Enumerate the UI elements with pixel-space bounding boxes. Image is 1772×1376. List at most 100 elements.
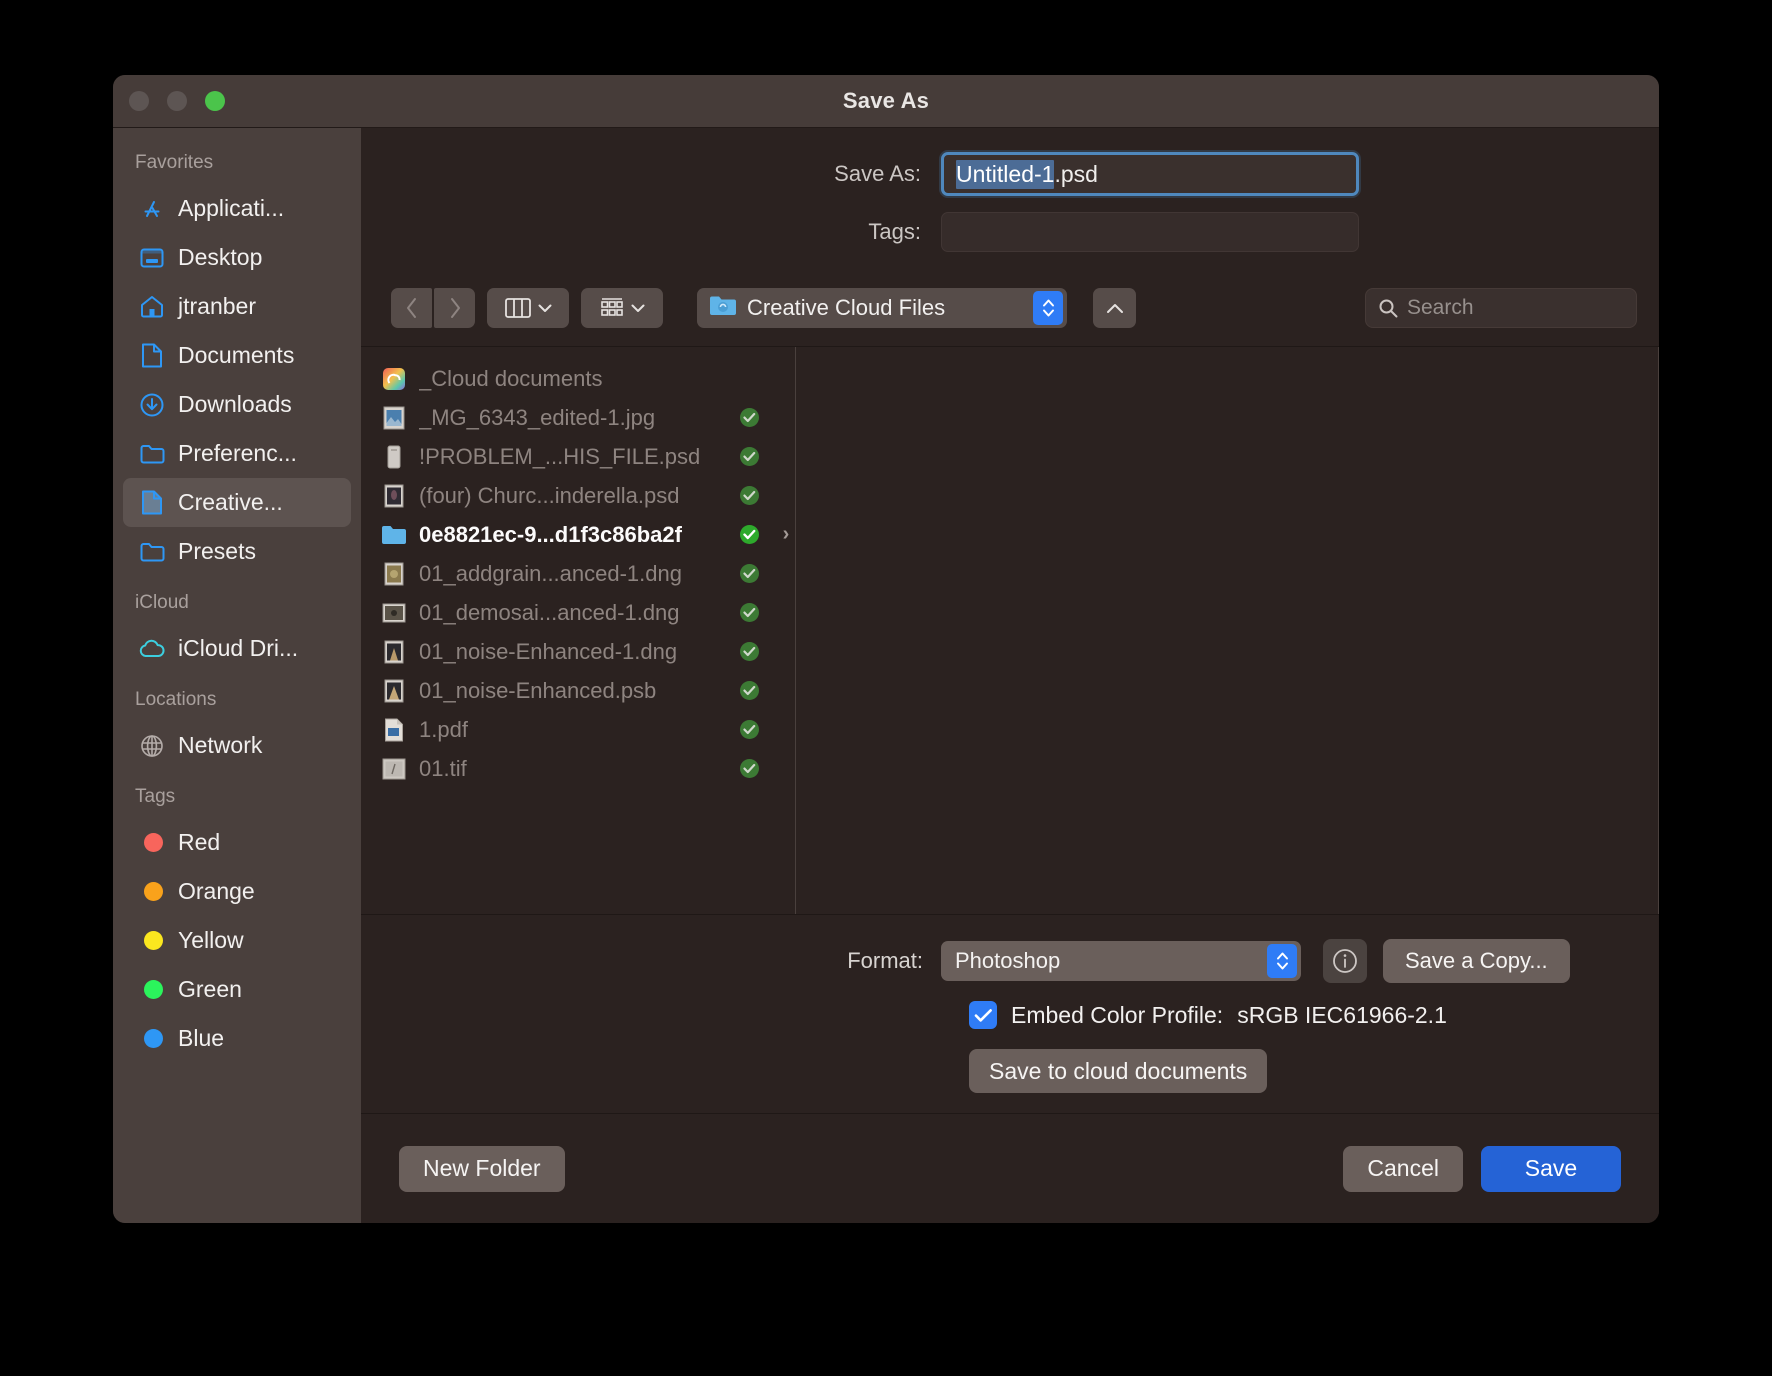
folder-icon <box>139 539 165 565</box>
tags-input[interactable] <box>941 212 1359 252</box>
search-icon <box>1379 299 1398 318</box>
sidebar-item-tag-red[interactable]: Red <box>123 818 351 867</box>
sync-status-icon <box>740 642 759 661</box>
location-popup-button[interactable]: Creative Cloud Files <box>697 288 1067 328</box>
sidebar-item-documents[interactable]: Documents <box>123 331 351 380</box>
save-a-copy-label: Save a Copy... <box>1405 948 1548 973</box>
format-stepper-icon[interactable] <box>1267 944 1297 978</box>
save-to-cloud-documents-label: Save to cloud documents <box>989 1057 1248 1084</box>
list-item[interactable]: 01_noise-Enhanced.psb › <box>361 671 795 710</box>
name-fields: Save As: Untitled-1 .psd Tags: <box>361 128 1659 282</box>
embed-color-profile-row[interactable]: Embed Color Profile: sRGB IEC61966-2.1 <box>361 1001 1659 1029</box>
sidebar-item-tag-blue[interactable]: Blue <box>123 1014 351 1063</box>
info-button[interactable] <box>1323 939 1367 983</box>
save-as-dialog: Save As Favorites Applicati... Desktop j… <box>113 75 1659 1223</box>
sidebar-item-tag-yellow[interactable]: Yellow <box>123 916 351 965</box>
tags-label: Tags: <box>868 219 921 244</box>
sidebar-item-label: Applicati... <box>178 195 285 221</box>
view-mode-button[interactable] <box>487 288 569 328</box>
arrange-button[interactable] <box>581 288 663 328</box>
search-input[interactable]: Search <box>1365 288 1637 328</box>
sidebar-item-label: jtranber <box>178 293 256 319</box>
sidebar-item-label: Green <box>178 976 242 1002</box>
save-to-cloud-documents-button[interactable]: Save to cloud documents <box>969 1049 1268 1093</box>
chevron-down-icon <box>538 304 551 312</box>
sync-status-icon <box>740 681 759 700</box>
photo-icon <box>381 678 407 704</box>
sidebar-item-tag-green[interactable]: Green <box>123 965 351 1014</box>
save-button[interactable]: Save <box>1481 1145 1621 1192</box>
back-button[interactable] <box>391 288 432 328</box>
window-title: Save As <box>842 88 930 113</box>
sidebar-item-label: Documents <box>178 342 295 368</box>
format-select[interactable]: Photoshop <box>941 941 1301 981</box>
new-folder-label: New Folder <box>423 1155 541 1181</box>
list-item[interactable]: (four) Churc...inderella.psd › <box>361 476 795 515</box>
sidebar-item-network[interactable]: Network <box>123 721 351 770</box>
list-item[interactable]: 01.tif › <box>361 749 795 788</box>
sync-status-icon <box>740 525 759 544</box>
new-folder-button[interactable]: New Folder <box>399 1145 565 1192</box>
list-item-label: 01_demosai...anced-1.dng <box>419 599 680 625</box>
list-item-label: 01_addgrain...anced-1.dng <box>419 560 682 586</box>
filename-input[interactable]: Untitled-1 .psd <box>941 152 1359 196</box>
sync-status-icon <box>740 408 759 427</box>
sidebar-item-downloads[interactable]: Downloads <box>123 380 351 429</box>
list-item[interactable]: 01_addgrain...anced-1.dng › <box>361 554 795 593</box>
list-item-label: _MG_6343_edited-1.jpg <box>419 404 656 430</box>
sidebar-item-label: Orange <box>178 878 255 904</box>
list-item[interactable]: _Cloud documents › <box>361 359 795 398</box>
sidebar-item-applications[interactable]: Applicati... <box>123 184 351 233</box>
list-item[interactable]: _MG_6343_edited-1.jpg › <box>361 398 795 437</box>
sidebar-item-label: Blue <box>178 1025 225 1051</box>
sidebar-item-creative-cloud-files[interactable]: Creative... <box>123 478 351 527</box>
list-item[interactable]: !PROBLEM_...HIS_FILE.psd › <box>361 437 795 476</box>
chevron-down-icon <box>631 304 644 312</box>
cloud-icon <box>139 636 165 662</box>
info-icon <box>1333 949 1357 973</box>
list-item-label: 0e8821ec-9...d1f3c86ba2f <box>419 521 682 547</box>
disclosure-chevron-icon[interactable]: › <box>777 523 795 546</box>
creative-cloud-folder-icon <box>709 294 737 322</box>
sidebar-item-icloud-drive[interactable]: iCloud Dri... <box>123 624 351 673</box>
cancel-button[interactable]: Cancel <box>1343 1145 1463 1192</box>
embed-color-profile-checkbox[interactable] <box>969 1001 997 1029</box>
list-item-label: 1.pdf <box>419 716 468 742</box>
filename-extension-text: .psd <box>1054 160 1098 187</box>
window-titlebar: Save As <box>113 75 1659 128</box>
sidebar-item-preferences[interactable]: Preferenc... <box>123 429 351 478</box>
save-as-row: Save As: Untitled-1 .psd <box>361 152 1659 196</box>
list-item[interactable]: 01_demosai...anced-1.dng › <box>361 593 795 632</box>
sidebar-item-tag-orange[interactable]: Orange <box>123 867 351 916</box>
filename-selected-text: Untitled-1 <box>956 159 1055 189</box>
list-item-label: 01.tif <box>419 755 467 781</box>
photo-icon <box>381 561 407 587</box>
sidebar-item-label: Yellow <box>178 927 244 953</box>
desktop-icon <box>139 245 165 271</box>
file-column-2[interactable] <box>796 347 1659 914</box>
sidebar-item-label: Red <box>178 829 221 855</box>
sidebar-item-label: Network <box>178 732 263 758</box>
tag-dot-icon <box>139 1026 165 1052</box>
tag-dot-icon <box>139 830 165 856</box>
forward-button[interactable] <box>434 288 475 328</box>
document-icon <box>139 343 165 369</box>
list-item[interactable]: 01_noise-Enhanced-1.dng › <box>361 632 795 671</box>
sidebar-section-locations-header: Locations <box>135 689 217 710</box>
file-browser: _Cloud documents › _MG_6343_edited-1.jpg… <box>361 346 1659 914</box>
navigation-buttons <box>391 288 475 328</box>
list-item[interactable]: 1.pdf › <box>361 710 795 749</box>
sidebar-section-favorites-header: Favorites <box>135 152 214 173</box>
sidebar-item-desktop[interactable]: Desktop <box>123 233 351 282</box>
browser-toolbar: Creative Cloud Files Search <box>361 282 1659 346</box>
sidebar-item-jtranber[interactable]: jtranber <box>123 282 351 331</box>
list-item[interactable]: 0e8821ec-9...d1f3c86ba2f › <box>361 515 795 554</box>
document-icon <box>139 490 165 516</box>
save-a-copy-button[interactable]: Save a Copy... <box>1383 939 1570 983</box>
go-up-button[interactable] <box>1093 288 1136 328</box>
list-item-label: 01_noise-Enhanced.psb <box>419 677 657 703</box>
location-stepper-icon[interactable] <box>1033 291 1063 325</box>
file-column-1[interactable]: _Cloud documents › _MG_6343_edited-1.jpg… <box>361 347 796 914</box>
chevron-up-icon <box>1106 304 1123 313</box>
sidebar-item-presets[interactable]: Presets <box>123 527 351 576</box>
